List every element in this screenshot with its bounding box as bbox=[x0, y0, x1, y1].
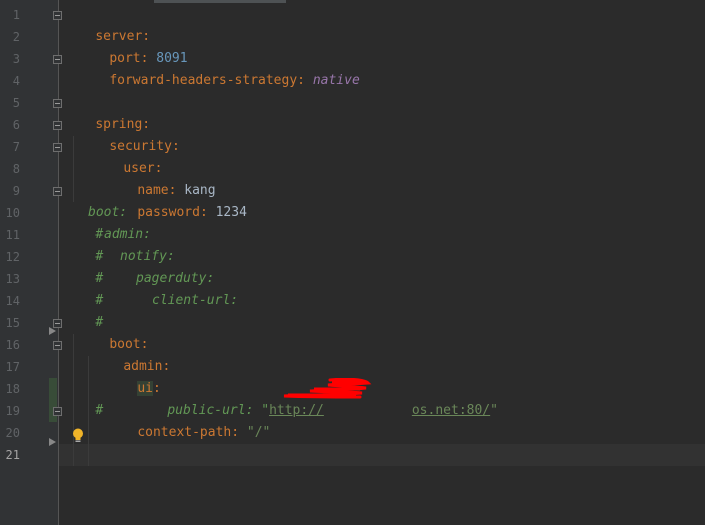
line-number: 8 bbox=[12, 162, 20, 176]
line-number: 16 bbox=[5, 338, 20, 352]
gutter: 1 2 3 4 5 6 7 8 9 10 11 12 13 14 15 16 1… bbox=[0, 0, 59, 525]
comment-text: client-url: bbox=[152, 293, 239, 308]
lightbulb-icon[interactable] bbox=[72, 428, 84, 444]
code-line[interactable]: context-path: "/" bbox=[106, 400, 270, 440]
code-line[interactable]: port: 8091 bbox=[78, 26, 187, 66]
line-number: 5 bbox=[12, 96, 20, 110]
code-line-comment[interactable]: # bbox=[64, 290, 103, 330]
horizontal-scrollbar-thumb[interactable] bbox=[154, 0, 286, 3]
line-number: 2 bbox=[12, 30, 20, 44]
current-line-highlight bbox=[59, 444, 705, 466]
line-number: 1 bbox=[12, 8, 20, 22]
fold-open-icon[interactable] bbox=[53, 99, 62, 108]
yaml-value: "/" bbox=[246, 425, 271, 440]
line-number: 11 bbox=[5, 228, 20, 242]
run-arrow-icon[interactable] bbox=[49, 327, 56, 335]
yaml-colon: : bbox=[199, 205, 216, 220]
line-number: 15 bbox=[5, 316, 20, 330]
fold-close-icon[interactable] bbox=[53, 55, 62, 64]
yaml-key: password bbox=[137, 205, 200, 220]
comment-url-start[interactable]: http:// bbox=[269, 403, 324, 418]
code-line-comment[interactable]: # bbox=[64, 378, 103, 418]
line-number: 20 bbox=[5, 426, 20, 440]
line-number: 4 bbox=[12, 74, 20, 88]
code-line-comment[interactable]: # bbox=[64, 224, 103, 264]
line-number-active: 21 bbox=[5, 448, 20, 462]
line-number: 18 bbox=[5, 382, 20, 396]
code-line[interactable]: boot: bbox=[78, 312, 148, 352]
fold-open-icon[interactable] bbox=[53, 143, 62, 152]
code-line[interactable]: ui: bbox=[106, 356, 161, 396]
comment-text: admin: bbox=[104, 227, 151, 242]
line-number: 10 bbox=[5, 206, 20, 220]
comment-hash: # bbox=[95, 403, 104, 418]
run-arrow-icon[interactable] bbox=[49, 438, 56, 446]
line-number: 17 bbox=[5, 360, 20, 374]
code-line[interactable]: spring: bbox=[64, 92, 150, 132]
code-line[interactable]: name: kang bbox=[106, 158, 215, 198]
yaml-value: native bbox=[312, 73, 360, 88]
code-editor[interactable]: 1 2 3 4 5 6 7 8 9 10 11 12 13 14 15 16 1… bbox=[0, 0, 705, 525]
code-line[interactable]: security: bbox=[78, 114, 179, 154]
line-number: 7 bbox=[12, 140, 20, 154]
comment-url-end[interactable]: os.net:80/ bbox=[412, 403, 490, 418]
code-line[interactable]: forward-headers-strategy: native bbox=[78, 48, 359, 88]
fold-open-icon[interactable] bbox=[53, 341, 62, 350]
code-line-comment[interactable]: # bbox=[64, 268, 103, 308]
fold-close-icon[interactable] bbox=[53, 407, 62, 416]
yaml-key: forward-headers-strategy bbox=[109, 73, 298, 88]
comment-text: notify: bbox=[120, 249, 175, 264]
code-line[interactable]: server: bbox=[64, 4, 150, 44]
comment-text: pagerduty: bbox=[136, 271, 215, 286]
redaction-scribble bbox=[283, 378, 372, 399]
yaml-key: context-path bbox=[137, 425, 232, 440]
fold-open-icon[interactable] bbox=[53, 121, 62, 130]
code-line[interactable]: password: 1234 bbox=[106, 180, 247, 220]
yaml-value: 1234 bbox=[215, 205, 247, 220]
line-number: 9 bbox=[12, 184, 20, 198]
fold-open-icon[interactable] bbox=[53, 319, 62, 328]
fold-close-icon[interactable] bbox=[53, 187, 62, 196]
comment-text: boot: bbox=[88, 205, 128, 220]
code-line-comment[interactable]: # bbox=[64, 246, 103, 286]
code-line[interactable]: admin: bbox=[92, 334, 170, 374]
line-number: 19 bbox=[5, 404, 20, 418]
comment-quote: " bbox=[490, 403, 498, 418]
code-line[interactable]: user: bbox=[92, 136, 162, 176]
yaml-colon: : bbox=[297, 73, 313, 88]
yaml-colon: : bbox=[171, 139, 180, 154]
yaml-colon: : bbox=[231, 425, 247, 440]
fold-open-icon[interactable] bbox=[53, 11, 62, 20]
line-number: 3 bbox=[12, 52, 20, 66]
yaml-colon: : bbox=[162, 359, 171, 374]
line-number: 14 bbox=[5, 294, 20, 308]
line-number: 12 bbox=[5, 250, 20, 264]
line-number: 6 bbox=[12, 118, 20, 132]
line-number: 13 bbox=[5, 272, 20, 286]
